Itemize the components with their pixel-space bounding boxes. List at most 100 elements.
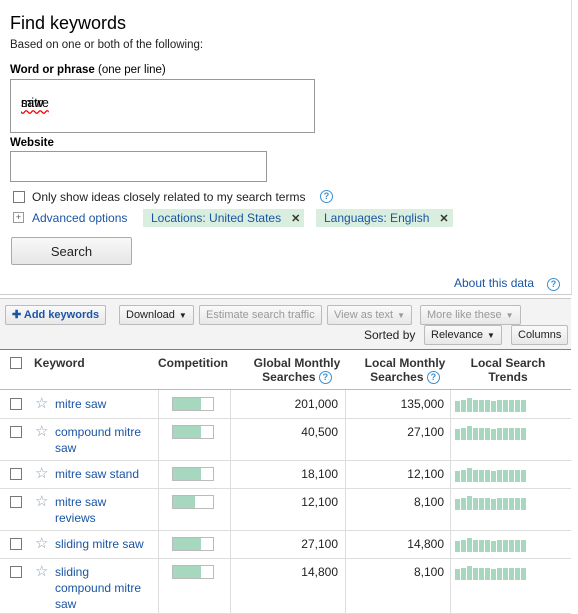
keyword-link[interactable]: mitre saw stand [55,466,155,482]
trend-bar [485,400,490,412]
local-searches-value: 8,100 [413,495,444,509]
star-icon[interactable]: ☆ [35,466,48,481]
advanced-options-link[interactable]: Advanced options [32,211,127,225]
trend-bar [467,538,472,552]
keyword-header[interactable]: Keyword [34,356,85,370]
keyword-line: saw [55,441,77,455]
help-icon[interactable]: ? [320,190,333,203]
global-header-line2-text: Searches [262,370,316,384]
trend-bar [497,540,502,552]
view-as-text-button[interactable]: View as text ▼ [327,305,413,325]
remove-icon[interactable]: ✕ [439,213,448,225]
help-icon[interactable]: ? [547,278,560,291]
column-divider [450,558,451,613]
row-checkbox[interactable] [10,538,22,550]
column-divider [158,418,159,460]
word-phrase-label-text: Word or phrase [10,64,95,76]
caret-down-icon: ▼ [178,311,187,320]
help-icon[interactable]: ? [426,371,440,385]
table-row: ☆ compound mitre saw 40,500 27,100 [0,418,571,461]
column-divider [230,460,231,488]
add-keywords-label: Add keywords [23,309,100,321]
row-checkbox[interactable] [10,566,22,578]
trend-bar [479,498,484,510]
help-icon[interactable]: ? [318,371,332,385]
competition-header[interactable]: Competition [158,356,228,370]
sort-select-value: Relevance [431,329,483,341]
more-like-these-button[interactable]: More like these ▼ [420,305,521,325]
keyword-line: sliding mitre saw [55,537,144,551]
search-button[interactable]: Search [11,237,132,265]
local-searches-header[interactable]: Local Monthly Searches ? [355,356,455,385]
trend-bar [491,569,496,580]
only-show-checkbox[interactable] [13,191,25,203]
trend-bar [473,498,478,510]
row-checkbox[interactable] [10,398,22,410]
keyword-line: sliding [55,565,90,579]
select-all-checkbox[interactable] [10,357,22,369]
keyword-line: mitre saw [55,495,107,509]
trends-header-line1: Local Search [470,356,546,370]
local-searches-value: 8,100 [413,565,444,579]
row-checkbox[interactable] [10,468,22,480]
language-chip-label: Languages: English [324,211,430,225]
competition-bar-fill [173,538,201,550]
columns-button[interactable]: Columns [511,325,569,345]
keyword-link[interactable]: mitre saw reviews [55,494,155,526]
keyword-link[interactable]: sliding mitre saw [55,536,155,552]
table-row: ☆ mitre saw 201,000 135,000 [0,390,571,419]
keyword-link[interactable]: mitre saw [55,396,155,412]
star-icon[interactable]: ☆ [35,564,48,579]
trend-bar [503,498,508,510]
column-divider [158,488,159,530]
row-checkbox[interactable] [10,426,22,438]
keyword-link[interactable]: sliding compound mitre saw [55,564,155,612]
column-divider [450,530,451,558]
trend-bar [467,496,472,510]
trend-bar [503,470,508,482]
trends-header[interactable]: Local Search Trends [460,356,556,384]
local-header-line2: Searches ? [355,370,455,385]
star-icon[interactable]: ☆ [35,494,48,509]
row-checkbox[interactable] [10,496,22,508]
trend-bar [515,540,520,552]
star-icon[interactable]: ☆ [35,424,48,439]
column-divider [230,530,231,558]
sorted-by-label: Sorted by [364,328,416,342]
remove-icon[interactable]: ✕ [291,213,300,225]
column-divider [345,488,346,530]
about-this-data-link[interactable]: About this data [454,276,534,290]
website-input[interactable] [10,151,267,182]
column-divider [450,460,451,488]
trend-bar [515,568,520,580]
trend-sparkline [455,566,526,580]
local-searches-value: 27,100 [407,425,444,439]
global-header-line1: Global Monthly [253,356,341,370]
keyword-link[interactable]: compound mitre saw [55,424,155,456]
global-searches-value: 14,800 [301,565,338,579]
global-searches-value: 12,100 [301,495,338,509]
trend-bar [485,568,490,580]
estimate-search-traffic-button[interactable]: Estimate search traffic [199,305,322,325]
trend-bar [509,540,514,552]
star-icon[interactable]: ☆ [35,396,48,411]
expand-icon[interactable]: + [13,212,24,223]
star-icon[interactable]: ☆ [35,536,48,551]
column-divider [158,558,159,613]
trend-bar [455,541,460,552]
trend-bar [461,428,466,440]
competition-bar [172,565,214,579]
download-button[interactable]: Download ▼ [119,305,194,325]
trend-bar [509,568,514,580]
trend-bar [509,470,514,482]
table-header: Keyword Competition Global Monthly Searc… [0,349,571,390]
plus-icon: ✚ [12,309,22,321]
trend-bar [485,470,490,482]
word-phrase-textarea[interactable]: mitre saw [10,79,315,133]
trend-bar [515,400,520,412]
sort-select[interactable]: Relevance ▼ [424,325,502,345]
add-keywords-button[interactable]: ✚ Add keywords [5,305,107,325]
word-phrase-label: Word or phrase (one per line) [10,64,166,76]
trend-sparkline [455,426,526,440]
global-searches-header[interactable]: Global Monthly Searches ? [245,356,349,385]
